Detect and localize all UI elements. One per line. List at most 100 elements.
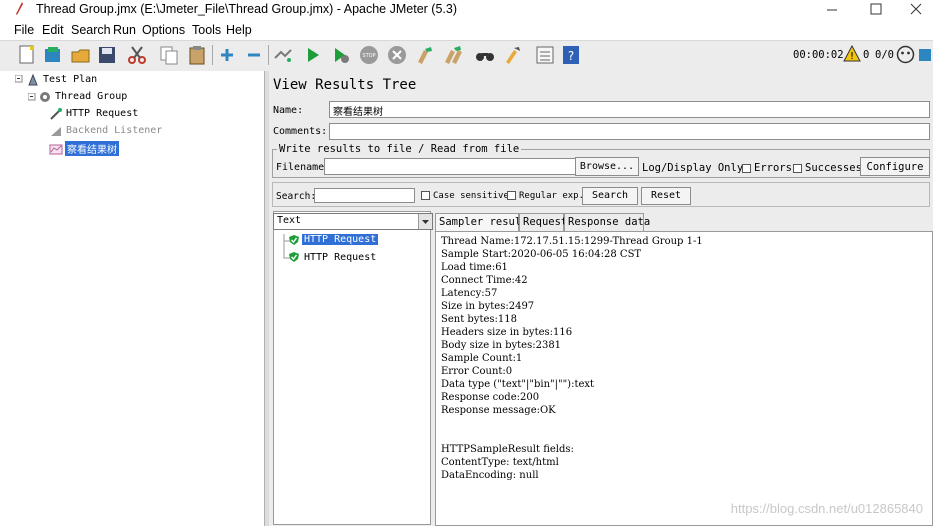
- tree-node-http-request[interactable]: HTTP Request: [66, 108, 138, 119]
- test-plan-icon: [28, 73, 38, 86]
- close-button[interactable]: [896, 0, 933, 20]
- tree-collapse-icon[interactable]: [15, 75, 23, 83]
- clear-icon[interactable]: [414, 44, 436, 66]
- reset-search-icon[interactable]: [502, 44, 524, 66]
- left-edge: [0, 71, 13, 526]
- menu-options[interactable]: Options: [142, 23, 185, 37]
- tree-node-thread-group[interactable]: Thread Group: [55, 91, 127, 102]
- log-display-label: Log/Display Only:: [642, 162, 750, 174]
- warning-count: 0: [863, 49, 870, 61]
- name-label: Name:: [273, 105, 304, 116]
- tab-request[interactable]: Request: [519, 213, 567, 231]
- svg-text:STOP: STOP: [362, 53, 375, 59]
- log-viewer-icon[interactable]: [918, 46, 932, 64]
- result-detail-line: DataEncoding: null: [441, 470, 539, 481]
- case-sensitive-checkbox[interactable]: Case sensitive: [421, 191, 509, 201]
- success-shield-icon: [289, 235, 299, 245]
- start-no-pause-icon[interactable]: [330, 44, 352, 66]
- chevron-down-icon: [422, 220, 429, 224]
- tree-collapse-icon[interactable]: [28, 93, 36, 101]
- menu-run[interactable]: Run: [113, 23, 136, 37]
- thread-group-gear-icon: [40, 92, 50, 102]
- close-icon: [910, 3, 922, 15]
- menu-edit[interactable]: Edit: [42, 23, 64, 37]
- shutdown-icon[interactable]: [386, 44, 408, 66]
- case-sensitive-label: Case sensitive: [433, 191, 509, 201]
- renderer-value: Text: [277, 215, 302, 226]
- result-detail-line: Data type ("text"|"bin"|""):text: [441, 379, 595, 390]
- backend-listener-icon: [51, 127, 61, 136]
- new-icon[interactable]: [16, 44, 38, 66]
- successes-label: Successes: [805, 162, 862, 174]
- result-detail-line: Error Count:0: [441, 366, 513, 377]
- listener-chart-icon: [49, 144, 63, 155]
- result-detail-line: Connect Time:42: [441, 275, 528, 286]
- view-results-tree-panel: View Results Tree Name: 察看结果树 Comments: …: [269, 71, 933, 526]
- reset-button[interactable]: Reset: [641, 187, 691, 205]
- result-item[interactable]: HTTP Request: [302, 234, 379, 245]
- result-detail-line: Thread Name:172.17.51.15:1299-Thread Gro…: [441, 236, 703, 247]
- paste-icon[interactable]: [186, 44, 208, 66]
- tab-response-data[interactable]: Response data: [564, 213, 650, 231]
- file-group-legend: Write results to file / Read from file: [277, 143, 522, 155]
- menu-tools[interactable]: Tools: [192, 23, 221, 37]
- svg-text:!: !: [850, 51, 854, 62]
- search-input[interactable]: [314, 188, 415, 203]
- result-detail-line: Sample Start:2020-06-05 16:04:28 CST: [441, 249, 642, 260]
- save-icon[interactable]: [96, 44, 118, 66]
- result-detail-line: Response message:OK: [441, 405, 556, 416]
- name-field[interactable]: 察看结果树: [329, 101, 930, 118]
- comments-field[interactable]: [329, 123, 930, 140]
- sampler-result-text[interactable]: Thread Name:172.17.51.15:1299-Thread Gro…: [435, 231, 933, 526]
- function-helper-icon[interactable]: [534, 44, 556, 66]
- result-item[interactable]: HTTP Request: [304, 252, 376, 263]
- result-detail-line: Sent bytes:118: [441, 314, 517, 325]
- menu-file[interactable]: File: [14, 23, 34, 37]
- status-smiley-icon: [896, 45, 915, 64]
- successes-checkbox[interactable]: Successes: [793, 162, 862, 174]
- expand-icon[interactable]: [216, 44, 238, 66]
- renderer-select[interactable]: Text: [273, 213, 433, 230]
- search-button[interactable]: Search: [582, 187, 638, 205]
- tab-sampler-result[interactable]: Sampler result: [435, 213, 528, 231]
- window-title: Thread Group.jmx (E:\Jmeter_File\Thread …: [36, 2, 457, 16]
- configure-button[interactable]: Configure: [860, 157, 930, 176]
- watermark: https://blog.csdn.net/u012865840: [730, 501, 923, 516]
- templates-icon[interactable]: [42, 44, 64, 66]
- result-detail-line: ContentType: text/html: [441, 457, 559, 468]
- search-icon[interactable]: [474, 44, 496, 66]
- help-icon[interactable]: ?: [560, 44, 582, 66]
- clear-all-icon[interactable]: [442, 44, 464, 66]
- minimize-button[interactable]: [812, 0, 852, 20]
- title-bar: Thread Group.jmx (E:\Jmeter_File\Thread …: [0, 0, 933, 20]
- start-icon[interactable]: [302, 44, 324, 66]
- sampler-pipette-icon: [50, 108, 62, 120]
- toggle-icon[interactable]: [272, 44, 294, 66]
- browse-button[interactable]: Browse...: [575, 157, 639, 176]
- regular-exp-checkbox[interactable]: Regular exp.: [507, 191, 584, 201]
- tree-node-view-results-tree[interactable]: 察看结果树: [65, 141, 119, 156]
- menu-help[interactable]: Help: [226, 23, 252, 37]
- result-detail-line: Headers size in bytes:116: [441, 327, 573, 338]
- elapsed-time: 00:00:02: [793, 49, 844, 61]
- errors-label: Errors: [754, 162, 792, 174]
- cut-icon[interactable]: [126, 44, 148, 66]
- errors-checkbox[interactable]: Errors: [742, 162, 792, 174]
- regular-exp-label: Regular exp.: [519, 191, 585, 201]
- maximize-button[interactable]: [856, 0, 896, 20]
- result-detail-line: Sample Count:1: [441, 353, 523, 364]
- filename-field[interactable]: [324, 158, 576, 175]
- collapse-icon[interactable]: [243, 44, 265, 66]
- jmeter-feather-icon: [16, 2, 23, 15]
- warning-icon[interactable]: !: [843, 45, 861, 63]
- result-detail-line: HTTPSampleResult fields:: [441, 444, 574, 455]
- menu-search[interactable]: Search: [71, 23, 111, 37]
- tree-node-test-plan[interactable]: Test Plan: [43, 74, 97, 85]
- result-detail-line: Size in bytes:2497: [441, 301, 535, 312]
- open-icon[interactable]: [70, 44, 92, 66]
- tree-node-backend-listener[interactable]: Backend Listener: [66, 125, 162, 136]
- result-detail-line: Latency:57: [441, 288, 498, 299]
- copy-icon[interactable]: [158, 44, 180, 66]
- comments-label: Comments:: [273, 126, 328, 137]
- stop-icon[interactable]: STOP: [358, 44, 380, 66]
